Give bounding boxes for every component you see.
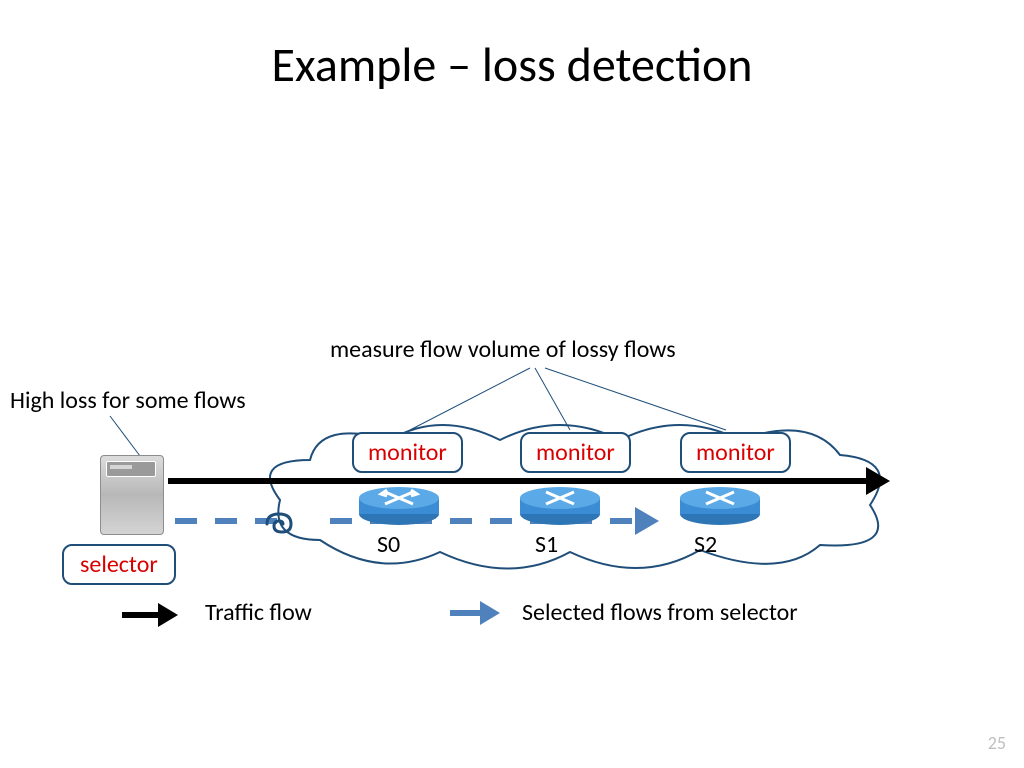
selector-box: selector xyxy=(62,544,176,585)
measure-flow-label: measure flow volume of lossy flows xyxy=(330,335,676,364)
monitor-box-2: monitor xyxy=(680,432,791,473)
monitor-box-1: monitor xyxy=(520,432,631,473)
legend-selected-arrow-icon xyxy=(450,610,482,616)
router-s0-icon xyxy=(357,486,441,526)
router-s1-icon xyxy=(518,486,602,526)
legend-traffic-label: Traffic flow xyxy=(205,598,312,627)
traffic-arrow xyxy=(168,478,868,484)
router-label-s2: S2 xyxy=(694,530,717,559)
router-label-s1: S1 xyxy=(535,530,558,559)
slide-title: Example – loss detection xyxy=(0,35,1024,94)
legend-selected-label: Selected flows from selector xyxy=(522,598,798,627)
spiral-icon xyxy=(263,510,297,543)
legend-traffic-arrow-icon xyxy=(122,612,160,618)
pointer-monitors xyxy=(400,364,750,434)
monitor-box-0: monitor xyxy=(352,432,463,473)
server-icon xyxy=(100,455,162,533)
high-loss-label: High loss for some flows xyxy=(10,386,246,415)
router-label-s0: S0 xyxy=(377,530,400,559)
router-s2-icon xyxy=(678,486,762,526)
page-number: 25 xyxy=(988,732,1006,754)
